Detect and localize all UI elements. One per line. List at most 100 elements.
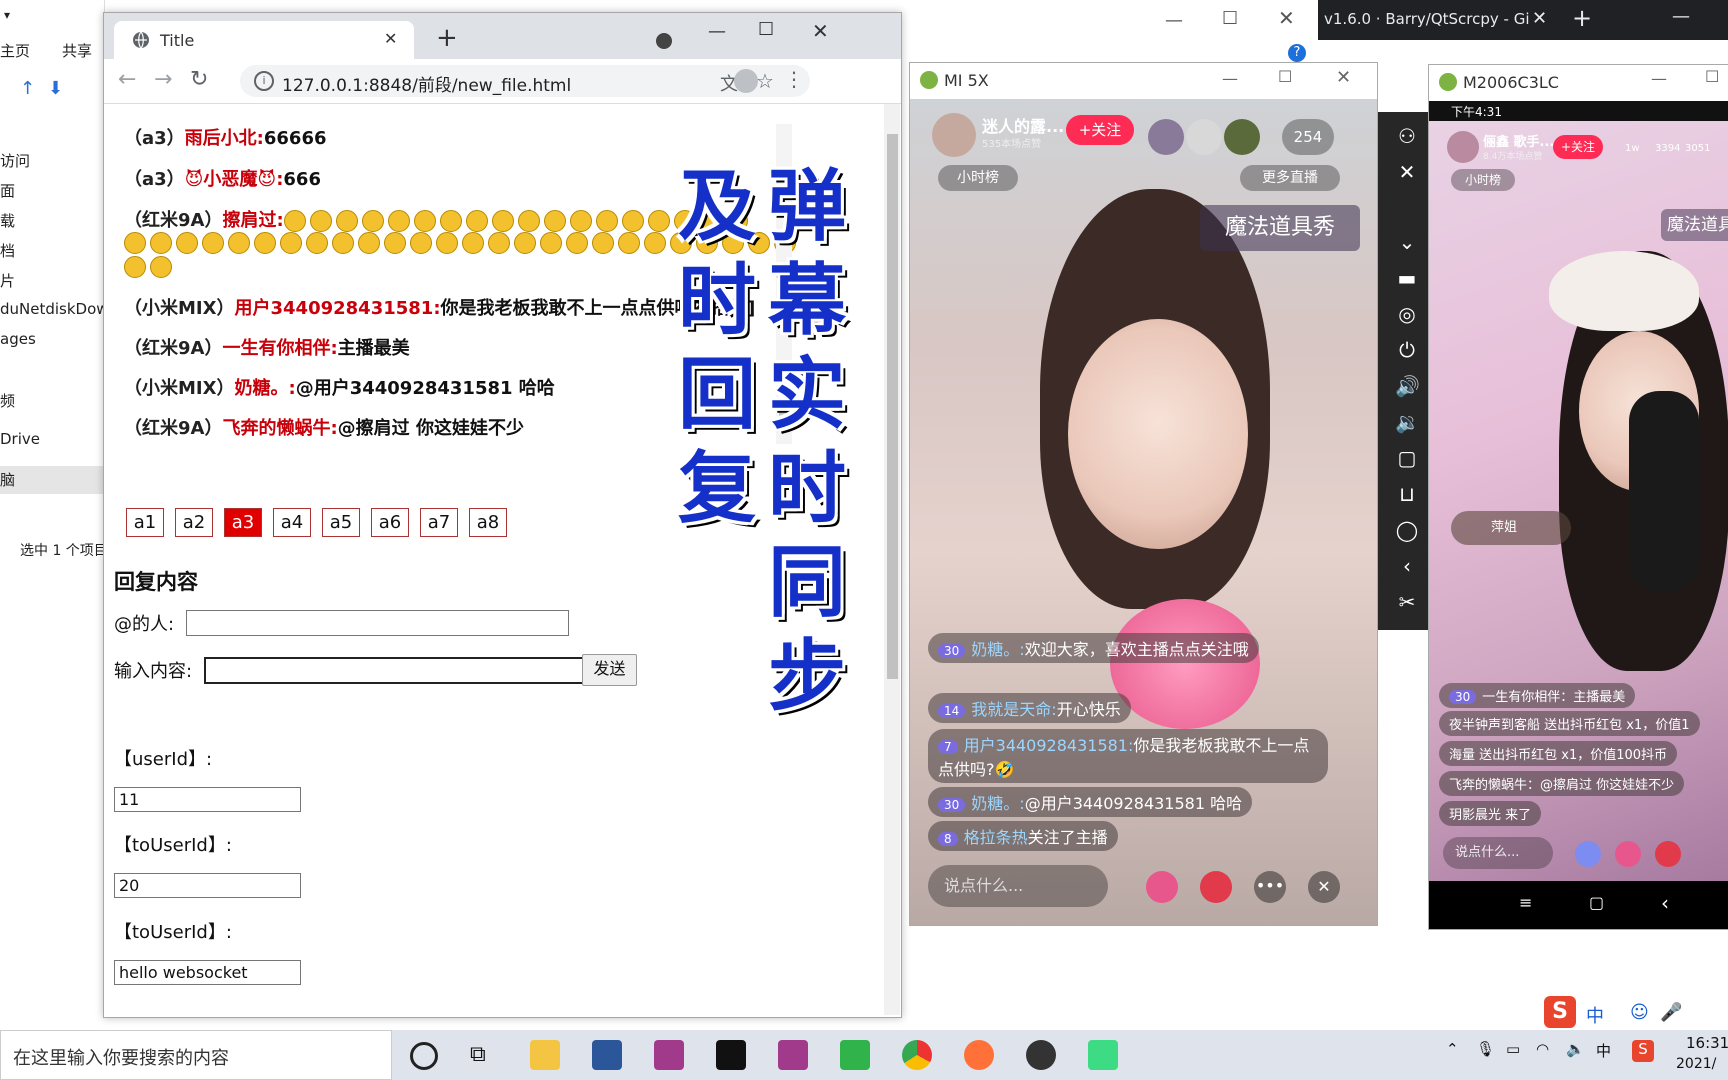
nav-item-this-pc[interactable]: 脑 [0,466,104,494]
send-button[interactable]: 发送 [582,654,637,686]
anchor-avatar[interactable] [932,113,976,157]
menu-icon[interactable]: ⋮ [784,67,804,91]
minimize-icon[interactable]: — [708,21,726,42]
volume-up-icon[interactable]: 🔊 [1395,374,1420,398]
nav-item[interactable]: 档 [0,240,15,261]
magic-props-banner[interactable]: 魔法道具 [1661,209,1728,241]
viewer-avatar[interactable] [1224,119,1260,155]
nav-item[interactable]: 载 [0,210,15,231]
viewer-avatar[interactable] [1186,119,1222,155]
app-switch-icon[interactable]: ▢ [1395,446,1419,470]
clock-date[interactable]: 2021/ [1676,1056,1716,1072]
bg-browser-tab-title[interactable]: v1.6.0 · Barry/QtScrcpy - Gi [1324,10,1530,28]
chrome-icon[interactable] [902,1040,932,1070]
ime-mode[interactable]: 中 [1586,1002,1604,1028]
terminal-icon[interactable] [716,1040,746,1070]
address-bar[interactable]: i 127.0.0.1:8848/前段/new_file.html 文 ☆ [240,65,810,97]
touch-show-icon[interactable]: ◎ [1395,302,1419,326]
gift-icon[interactable] [1655,841,1681,867]
anchor-avatar[interactable] [1447,131,1479,163]
phone-screen[interactable]: 下午4:31 俪鑫 歌手... 8.4万本场点赞 +关注 1w 3394 305… [1429,101,1728,881]
firefox-icon[interactable] [964,1040,994,1070]
file-explorer-icon[interactable] [530,1040,560,1070]
tray-chevron-icon[interactable]: ⌃ [1446,1040,1459,1058]
say-something-input[interactable]: 说点什么... [928,865,1108,907]
close-icon[interactable]: ✕ [1532,8,1547,29]
home-icon[interactable]: ◯ [1395,518,1419,542]
home-icon[interactable]: ▢ [1589,893,1604,912]
star-icon[interactable]: ☆ [756,69,774,93]
browser-tab[interactable]: Title ✕ [114,21,414,59]
more-live[interactable]: 更多直播 [1240,165,1340,191]
device-button-a2[interactable]: a2 [175,508,213,537]
device-button-a8[interactable]: a8 [469,508,507,537]
hbuilder-icon[interactable] [840,1040,870,1070]
screen-off-icon[interactable]: ▬ [1395,266,1419,290]
android-app-icon[interactable] [1088,1040,1118,1070]
power-icon[interactable]: ⏻ [1395,338,1419,362]
viewer-count[interactable]: 254 [1282,119,1334,155]
touserid-input[interactable]: 20 [114,873,301,898]
follow-button[interactable]: +关注 [1553,135,1603,159]
emoji-icon[interactable]: ☺ [1630,1002,1649,1023]
word-app-icon[interactable] [592,1040,622,1070]
minimize-icon[interactable]: — [1672,6,1690,27]
close-window-icon[interactable]: ✕ [812,19,829,43]
clock-time[interactable]: 16:31 [1686,1034,1728,1052]
phone-screen[interactable]: 迷人的露... 535本场点赞 +关注 254 小时榜 更多直播 魔法道具秀 3… [910,99,1377,925]
nav-item[interactable]: ages [0,330,36,348]
jetbrains-icon[interactable] [654,1040,684,1070]
mic-tray-icon[interactable]: 🎙 [1476,1040,1495,1058]
nav-item[interactable]: 访问 [0,150,30,171]
at-person-input[interactable] [186,610,569,636]
reload-icon[interactable]: ↻ [190,67,208,92]
maximize-icon[interactable]: ☐ [1278,67,1292,86]
maximize-icon[interactable]: ☐ [1705,67,1719,86]
minimize-icon[interactable]: — [1165,10,1183,31]
magic-props-banner[interactable]: 魔法道具秀 [1200,205,1360,251]
close-icon[interactable]: ✕ [1278,6,1295,30]
screenshot-icon[interactable]: ✂ [1395,590,1419,614]
explorer-tab-home[interactable]: 主页 [0,40,30,61]
nav-item[interactable]: duNetdiskDow [0,300,109,318]
minimize-icon[interactable]: — [1222,69,1238,88]
maximize-icon[interactable]: ☐ [758,19,774,40]
close-icon[interactable]: ✕ [1336,67,1351,88]
wifi-icon[interactable]: ◠ [1536,1040,1549,1058]
nav-item[interactable]: 频 [0,390,15,411]
device-button-a1[interactable]: a1 [126,508,164,537]
profile-avatar-icon[interactable] [734,69,758,93]
sogou-tray-icon[interactable]: S [1632,1040,1654,1062]
share-icon[interactable] [1575,841,1601,867]
back-icon[interactable]: ‹ [1661,891,1669,915]
message-input[interactable]: hello websocket [114,960,301,985]
close-tab-icon[interactable]: ✕ [384,29,397,48]
content-input[interactable] [204,657,587,684]
more-icon[interactable]: ••• [1254,871,1286,903]
minimize-icon[interactable]: — [1651,69,1667,88]
device-button-a6[interactable]: a6 [371,508,409,537]
device-button-a3[interactable]: a3 [224,508,262,537]
info-icon[interactable]: i [254,71,274,91]
cortana-icon[interactable] [410,1042,438,1070]
menu-key-icon[interactable]: ⊔ [1395,482,1419,506]
like-icon[interactable] [1146,871,1178,903]
group-control-icon[interactable]: ⚇ [1395,124,1419,148]
page-scroll-thumb[interactable] [887,134,898,679]
new-tab-icon[interactable]: + [1572,4,1592,32]
like-icon[interactable] [1615,841,1641,867]
jetbrains-icon-2[interactable] [778,1040,808,1070]
nav-item[interactable]: Drive [0,430,40,448]
recents-icon[interactable]: ≡ [1519,893,1532,912]
task-view-icon[interactable]: ⧉ [470,1042,486,1067]
expand-notification-icon[interactable]: ⌄ [1395,230,1419,254]
obs-icon[interactable] [1026,1040,1056,1070]
fullscreen-icon[interactable]: ✕ [1395,160,1419,184]
ime-tray-icon[interactable]: 中 [1596,1040,1611,1061]
follow-button[interactable]: +关注 [1066,115,1134,145]
viewer-avatar[interactable] [1148,119,1184,155]
maximize-icon[interactable]: ☐ [1222,8,1238,29]
battery-icon[interactable]: ▭ [1506,1040,1520,1058]
new-tab-icon[interactable]: + [436,23,458,53]
device-button-a5[interactable]: a5 [322,508,360,537]
